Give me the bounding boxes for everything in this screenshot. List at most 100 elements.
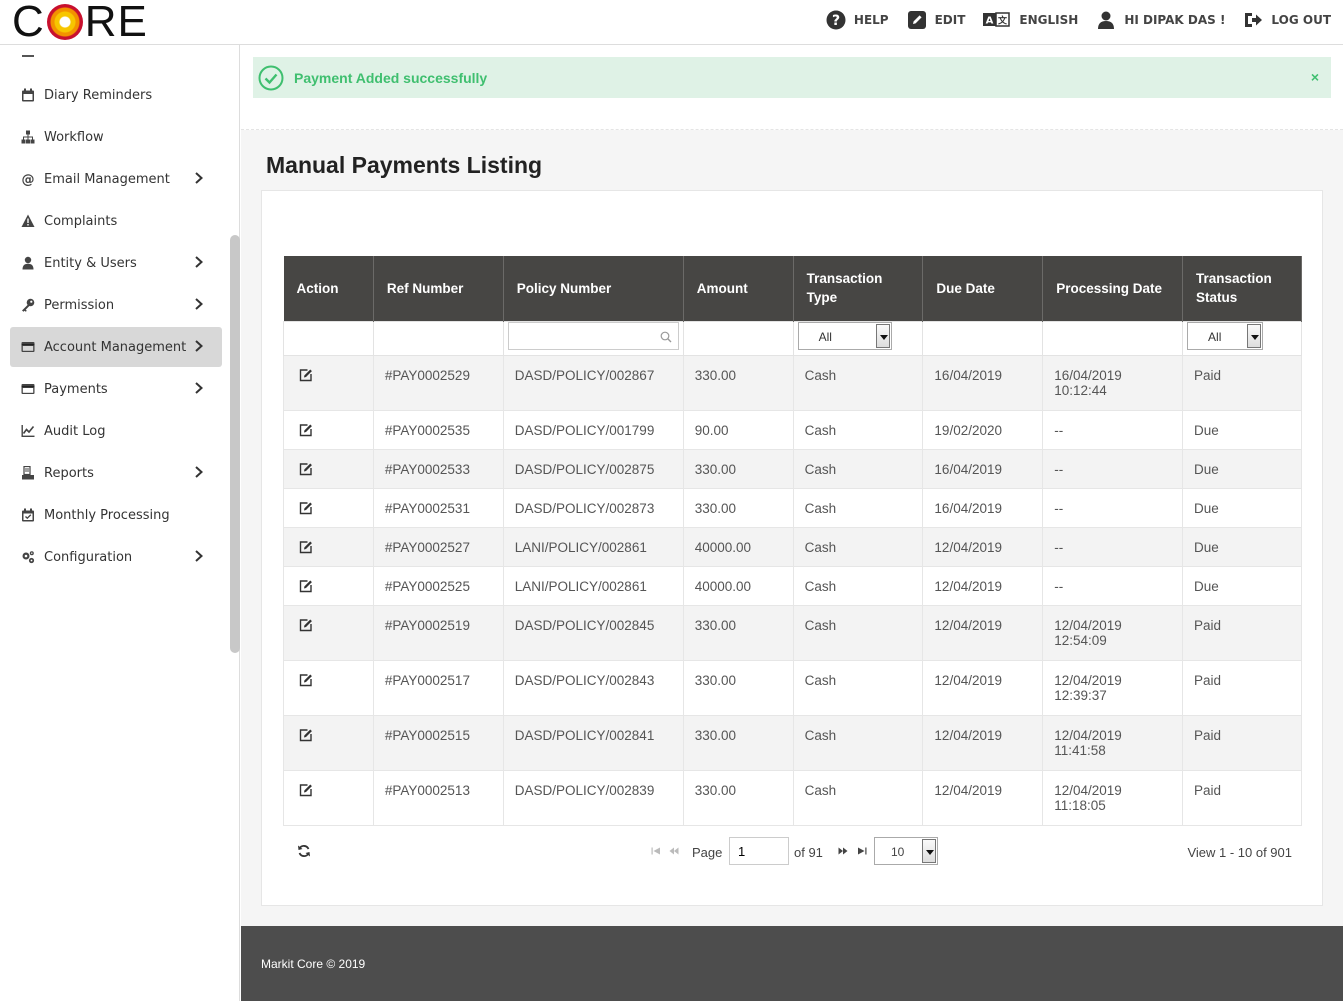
alert-close-button[interactable]: × — [1311, 69, 1319, 85]
user-menu[interactable]: HI DIPAK DAS ! — [1096, 10, 1225, 30]
chevron-right-icon — [194, 298, 208, 312]
transaction-status-select[interactable]: All — [1187, 321, 1264, 350]
edit-icon[interactable] — [299, 579, 313, 593]
sidebar-item-audit-log[interactable]: Audit Log — [10, 411, 222, 451]
processing-time-text: 11:41:58 — [1054, 742, 1106, 758]
pager: Page of 91 10 View 1 - 10 of 901 — [283, 831, 1302, 871]
cell-amount: 90.00 — [682, 409, 794, 450]
pencil-square-icon — [907, 10, 927, 30]
cell-policy-number: DASD/POLICY/002875 — [502, 448, 684, 489]
cell-transaction-status: Paid — [1182, 769, 1302, 826]
cell-amount: 330.00 — [682, 714, 794, 771]
sidebar-item-monthly-processing[interactable]: Monthly Processing — [10, 495, 222, 535]
filter-cell-empty — [922, 320, 1044, 356]
page-size-select[interactable]: 10 — [874, 837, 938, 865]
cell-due-date: 12/04/2019 — [922, 526, 1044, 567]
sidebar-item-email-management[interactable]: @ Email Management — [10, 159, 222, 199]
column-header-transaction-status[interactable]: Transaction Status — [1182, 256, 1302, 321]
app-root: C RE ? HELP EDIT A文 ENGLISH HI DIPAK DAS… — [0, 0, 1343, 1001]
at-icon: @ — [20, 171, 36, 187]
core-logo[interactable]: C RE — [12, 0, 148, 44]
edit-icon[interactable] — [299, 423, 313, 437]
cell-policy-number: LANI/POLICY/002861 — [502, 526, 684, 567]
cell-policy-number: DASD/POLICY/002841 — [502, 714, 684, 771]
cell-transaction-type: Cash — [792, 487, 924, 528]
credit-card-icon — [20, 339, 36, 355]
column-header-action[interactable]: Action — [283, 256, 374, 321]
cell-processing-date: -- — [1042, 565, 1184, 606]
processing-time-text: 12:39:37 — [1054, 687, 1107, 703]
cell-amount: 330.00 — [682, 604, 794, 661]
cell-ref-number: #PAY0002527 — [372, 526, 504, 567]
chevron-right-icon — [194, 256, 208, 270]
table-row: #PAY0002519 DASD/POLICY/002845 330.00 Cash 1… — [283, 604, 1302, 661]
sidebar-scrollbar[interactable] — [230, 235, 240, 653]
edit-icon[interactable] — [299, 501, 313, 515]
sidebar-item-permission[interactable]: Permission — [10, 285, 222, 325]
edit-icon[interactable] — [299, 462, 313, 476]
edit-icon[interactable] — [299, 783, 313, 797]
cell-processing-date: 16/04/2019 10:12:44 — [1042, 354, 1184, 411]
policy-search-input[interactable] — [508, 322, 678, 349]
language-link[interactable]: A文 ENGLISH — [983, 10, 1078, 30]
cell-action — [283, 659, 374, 716]
check-circle-icon — [258, 65, 284, 90]
sidebar-item-reports[interactable]: Reports — [10, 453, 222, 493]
sitemap-icon — [20, 129, 36, 145]
column-header-ref-number[interactable]: Ref Number — [373, 256, 504, 321]
column-header-processing-date[interactable]: Processing Date — [1042, 256, 1184, 321]
help-label: HELP — [853, 13, 889, 27]
edit-icon[interactable] — [299, 368, 313, 382]
current-page-input[interactable] — [729, 837, 789, 865]
logout-link[interactable]: LOG OUT — [1243, 10, 1331, 30]
cell-transaction-type: Cash — [792, 354, 924, 411]
previous-page-icon[interactable] — [669, 847, 679, 855]
cell-transaction-status: Due — [1182, 526, 1302, 567]
records-summary: View 1 - 10 of 901 — [1187, 845, 1292, 860]
sidebar-item-payments[interactable]: Payments — [10, 369, 222, 409]
cell-processing-date: -- — [1042, 526, 1184, 567]
cell-amount: 330.00 — [682, 448, 794, 489]
cell-due-date: 12/04/2019 — [922, 769, 1044, 826]
edit-link[interactable]: EDIT — [907, 10, 965, 30]
sidebar-item-configuration[interactable]: Configuration — [10, 537, 222, 577]
cell-ref-number: #PAY0002519 — [372, 604, 504, 661]
cell-ref-number: #PAY0002513 — [372, 769, 504, 826]
table-row: #PAY0002525 LANI/POLICY/002861 40000.00 Cas… — [283, 565, 1302, 606]
sidebar-item-workflow[interactable]: Workflow — [10, 117, 222, 157]
next-page-icon[interactable] — [838, 847, 848, 855]
sidebar-item-complaints[interactable]: Complaints — [10, 201, 222, 241]
edit-icon[interactable] — [299, 540, 313, 554]
transaction-type-selected: All — [818, 329, 832, 344]
cell-due-date: 12/04/2019 — [922, 659, 1044, 716]
edit-icon[interactable] — [299, 618, 313, 632]
cell-policy-number: DASD/POLICY/002839 — [502, 769, 684, 826]
column-header-due-date[interactable]: Due Date — [922, 256, 1044, 321]
edit-icon[interactable] — [299, 728, 313, 742]
cell-transaction-status: Paid — [1182, 714, 1302, 771]
sign-out-icon — [1243, 10, 1263, 30]
dropdown-arrow-icon[interactable] — [875, 323, 890, 348]
dropdown-arrow-icon[interactable] — [922, 839, 936, 863]
help-link[interactable]: ? HELP — [826, 10, 889, 30]
refresh-icon[interactable] — [297, 844, 311, 858]
column-header-policy-number[interactable]: Policy Number — [503, 256, 684, 321]
transaction-type-select[interactable]: All — [797, 321, 892, 350]
column-header-amount[interactable]: Amount — [683, 256, 794, 321]
cell-due-date: 12/04/2019 — [922, 604, 1044, 661]
sidebar-item-entity-users[interactable]: Entity & Users — [10, 243, 222, 283]
edit-icon[interactable] — [299, 673, 313, 687]
table-body: #PAY0002529 DASD/POLICY/002867 330.00 Cash 1… — [283, 354, 1302, 826]
cell-transaction-type: Cash — [792, 769, 924, 826]
cell-transaction-type: Cash — [792, 714, 924, 771]
last-page-icon[interactable] — [857, 847, 867, 855]
first-page-icon[interactable] — [651, 847, 661, 855]
cell-transaction-type: Cash — [792, 565, 924, 606]
user-icon — [20, 255, 36, 271]
cell-amount: 330.00 — [682, 487, 794, 528]
dropdown-arrow-icon[interactable] — [1247, 323, 1262, 348]
sidebar-item-account-management[interactable]: Account Management — [10, 327, 222, 367]
listing-card: Action Ref Number Policy Number Amount T… — [261, 190, 1323, 906]
column-header-transaction-type[interactable]: Transaction Type — [793, 256, 924, 321]
sidebar-item-diary-reminders[interactable]: Diary Reminders — [10, 75, 222, 115]
